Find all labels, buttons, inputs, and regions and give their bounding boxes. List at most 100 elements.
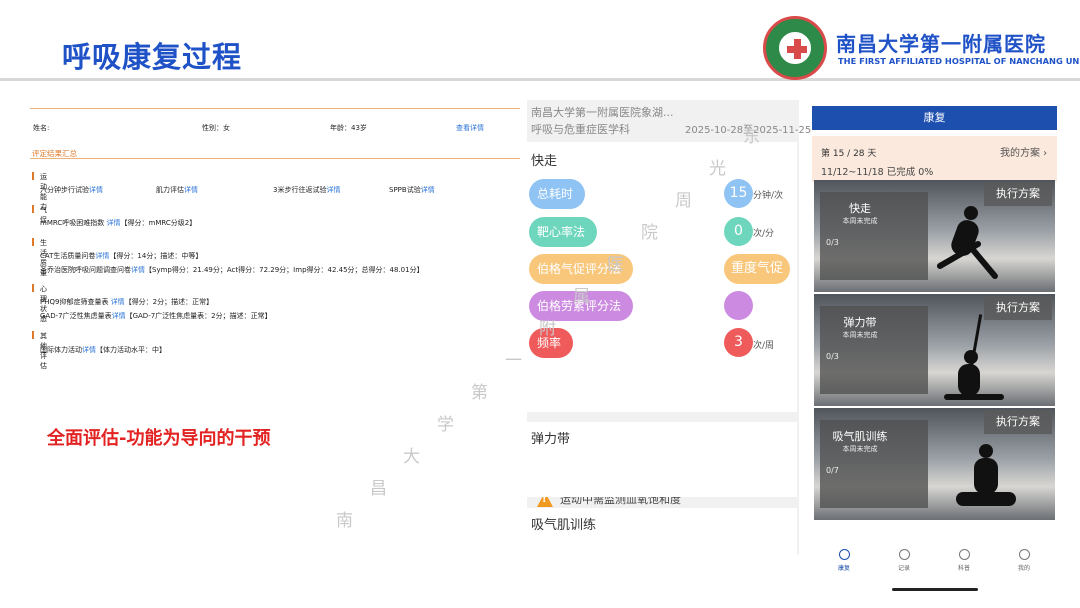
category-marker <box>32 172 34 180</box>
assessment-item: 圣乔治医院呼吸问题调查问卷详情【Symp得分：21.49分；Act得分：72.2… <box>40 265 424 275</box>
item-result: 【体力活动水平：中】 <box>96 346 166 354</box>
assessment-item: mMRC呼吸困难指数 详情【得分：mMRC分级2】 <box>40 218 196 228</box>
param-unit: 次/周 <box>753 341 775 351</box>
card-title: 吸气肌训练 <box>531 518 597 533</box>
org-name: 南昌大学第一附属医院象湖... <box>531 106 674 119</box>
assessment-item: SPPB试验详情 <box>389 185 435 195</box>
detail-link[interactable]: 详情 <box>421 186 435 194</box>
meditate-body <box>974 458 998 494</box>
item-result: 【得分：14分；描述：中等】 <box>109 252 203 260</box>
exercise-name: 快走 <box>849 202 871 215</box>
breath-card[interactable]: 吸气肌训练 <box>527 508 797 555</box>
tab-mine[interactable]: 我的 <box>1004 549 1044 572</box>
watermark-char: 昌 <box>370 479 387 499</box>
exercise-card[interactable]: 吸气肌训练 本周未完成 0/7 执行方案 <box>814 408 1055 520</box>
exercise-info: 吸气肌训练 本周未完成 0/7 <box>820 420 928 508</box>
exercise-info: 快走 本周未完成 0/3 <box>820 192 928 280</box>
tab-records[interactable]: 记录 <box>884 549 924 572</box>
param-unit: 分钟/次 <box>753 191 784 201</box>
exercise-status: 本周未完成 <box>842 445 878 453</box>
param-unit: 次/分 <box>753 229 775 239</box>
watermark-char: 院 <box>641 223 658 243</box>
watermark-char: 属 <box>573 287 590 307</box>
meditate-silhouette <box>979 444 993 458</box>
exercise-status: 本周未完成 <box>842 217 878 225</box>
phone-header: 康复 <box>812 106 1057 130</box>
runner-silhouette <box>964 206 978 220</box>
science-icon <box>958 549 970 560</box>
detail-link[interactable]: 详情 <box>112 312 126 320</box>
my-plan-link[interactable]: 我的方案 › <box>1000 144 1047 159</box>
card-title: 快走 <box>531 154 558 169</box>
detail-link[interactable]: 详情 <box>82 346 96 354</box>
slide-caption: 全面评估-功能为导向的干预 <box>47 428 271 449</box>
item-result: 【得分：2分；描述：正常】 <box>124 298 214 306</box>
tab-rehab[interactable]: 康复 <box>824 549 864 572</box>
cross-icon-bar <box>787 46 807 53</box>
item-text: 圣乔治医院呼吸问题调查问卷 <box>40 266 131 274</box>
watermark-char: 南 <box>336 511 353 531</box>
detail-link[interactable]: 详情 <box>111 298 125 306</box>
param-value: 15 <box>724 179 753 208</box>
plan-screen: 南昌大学第一附属医院象湖... 呼吸与危重症医学科 2025-10-28至202… <box>527 100 811 555</box>
tab-bar: 康复 记录 科普 我的 <box>812 549 1057 579</box>
param-pill: 总耗时 <box>529 179 585 209</box>
exercise-info: 弹力带 本周未完成 0/3 <box>820 306 928 394</box>
home-indicator <box>892 588 978 591</box>
item-text: 国际体力活动 <box>40 346 82 354</box>
exercise-card[interactable]: 快走 本周未完成 0/3 执行方案 <box>814 180 1055 292</box>
card-title: 弹力带 <box>531 432 571 447</box>
assessment-item: GAD-7广泛性焦虑量表详情【GAD-7广泛性焦虑量表：2分；描述：正常】 <box>40 311 272 321</box>
watermark-char: 一 <box>505 351 522 371</box>
tab-science[interactable]: 科普 <box>944 549 984 572</box>
item-result: 【得分：mMRC分级2】 <box>120 219 197 227</box>
detail-link[interactable]: 详情 <box>89 186 103 194</box>
records-icon <box>898 549 910 560</box>
execute-plan-button[interactable]: 执行方案 <box>984 182 1052 206</box>
item-text: 3米步行往返试验 <box>273 186 327 194</box>
band-leg <box>944 394 1004 400</box>
divider <box>30 158 520 159</box>
exercise-count: 0/3 <box>826 352 839 361</box>
slide-title: 呼吸康复过程 <box>62 40 243 74</box>
tab-label: 我的 <box>1017 565 1030 572</box>
runner-leg <box>968 245 1000 281</box>
exercise-card[interactable]: 弹力带 本周未完成 0/3 执行方案 <box>814 294 1055 406</box>
watermark-char: 周 <box>675 191 692 211</box>
detail-link[interactable]: 详情 <box>131 266 145 274</box>
week-status: 11/12~11/18 已完成 0% <box>821 167 934 178</box>
hospital-name: 南昌大学第一附属医院 <box>836 32 1046 56</box>
assessment-panel: 姓名: 性别：女 年龄：43岁 查看详情 评定结果汇总 运动能力 六分钟步行试验… <box>30 96 520 370</box>
hospital-logo <box>763 16 827 80</box>
dept-name: 呼吸与危重症医学科 <box>531 123 630 136</box>
execute-plan-button[interactable]: 执行方案 <box>984 296 1052 320</box>
gender-label: 性别：女 <box>202 124 230 132</box>
item-text: 六分钟步行试验 <box>40 186 89 194</box>
item-text: mMRC呼吸困难指数 <box>40 219 107 227</box>
param-value: 重度气促 <box>724 254 790 284</box>
view-detail-link[interactable]: 查看详情 <box>456 123 484 133</box>
detail-link[interactable]: 详情 <box>107 219 121 227</box>
detail-link[interactable]: 详情 <box>326 186 340 194</box>
watermark-char: 医 <box>607 255 624 275</box>
warning-row <box>527 382 797 412</box>
profile-icon <box>1018 549 1030 560</box>
walk-card: 快走 总耗时 15 分钟/次 靶心率法 0 次/分 伯格气促评分法 重度气促 伯… <box>527 142 797 412</box>
assessment-item: 3米步行往返试验详情 <box>273 185 340 195</box>
category-marker <box>32 238 34 246</box>
tab-label: 康复 <box>837 565 850 572</box>
category-marker <box>32 205 34 213</box>
assessment-item: CAT生活质量问卷详情【得分：14分；描述：中等】 <box>40 251 202 261</box>
detail-link[interactable]: 详情 <box>184 186 198 194</box>
assessment-item: 六分钟步行试验详情 <box>40 185 103 195</box>
item-text: 肌力评估 <box>156 186 184 194</box>
tab-label: 记录 <box>897 565 910 572</box>
detail-link[interactable]: 详情 <box>95 252 109 260</box>
param-pill: 靶心率法 <box>529 217 597 247</box>
execute-plan-button[interactable]: 执行方案 <box>984 410 1052 434</box>
exercise-name: 吸气肌训练 <box>832 430 888 443</box>
day-counter: 第 15 / 28 天 <box>821 149 877 159</box>
item-text: SPPB试验 <box>389 186 421 194</box>
band-card[interactable]: 弹力带 <box>527 422 797 497</box>
name-label: 姓名: <box>33 124 50 132</box>
